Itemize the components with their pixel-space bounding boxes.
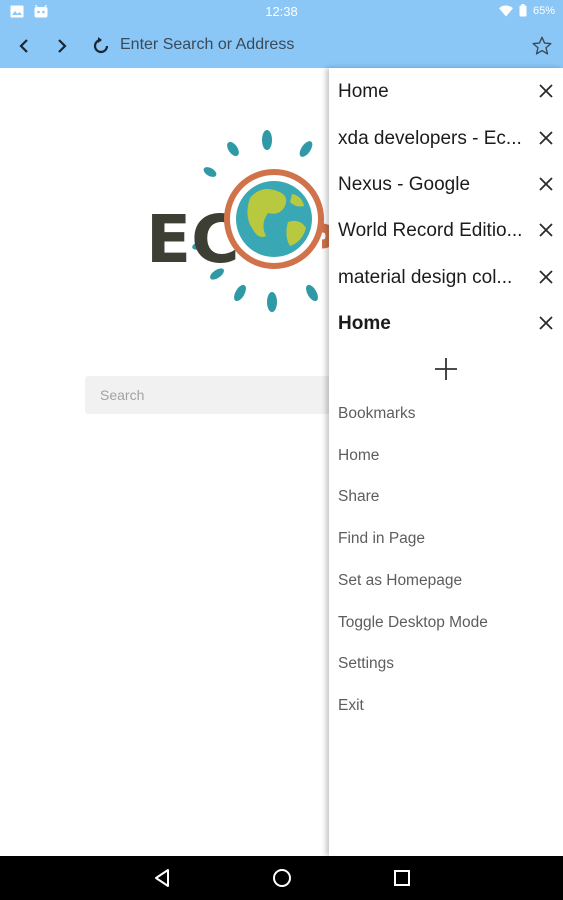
tab-drawer: Home xda developers - Ec... Nexus - Goog…	[329, 68, 563, 856]
tab-title: World Record Editio...	[338, 220, 523, 241]
search-placeholder: Search	[100, 387, 145, 403]
menu-item-share[interactable]: Share	[338, 488, 379, 506]
menu-item-exit[interactable]: Exit	[338, 697, 364, 715]
tab-title: Home	[338, 81, 389, 102]
plus-icon	[435, 358, 457, 380]
tab-item[interactable]: xda developers - Ec...	[329, 116, 563, 162]
tab-title: Home	[338, 313, 391, 334]
status-right-icons: 65%	[498, 4, 555, 17]
recents-square-icon[interactable]	[390, 866, 414, 890]
browser-toolbar: Enter Search or Address	[0, 24, 563, 68]
new-tab-button[interactable]	[432, 355, 460, 383]
page-search-box[interactable]: Search	[85, 376, 330, 414]
close-icon[interactable]	[537, 82, 555, 100]
close-icon[interactable]	[537, 268, 555, 286]
system-nav-bar	[0, 856, 563, 900]
status-bar: 12:38 65%	[0, 0, 563, 24]
forward-button[interactable]	[48, 32, 76, 60]
close-icon[interactable]	[537, 221, 555, 239]
menu-item-toggle-desktop-mode[interactable]: Toggle Desktop Mode	[338, 614, 488, 632]
menu-item-home[interactable]: Home	[338, 447, 379, 465]
browser-screen: 12:38 65% Enter Search or Address ECO Se…	[0, 0, 563, 900]
tab-title: Nexus - Google	[338, 174, 471, 195]
back-button[interactable]	[10, 32, 38, 60]
close-icon[interactable]	[537, 175, 555, 193]
chevron-right-icon	[58, 39, 67, 53]
tab-item[interactable]: Nexus - Google	[329, 162, 563, 208]
menu-item-bookmarks[interactable]: Bookmarks	[338, 405, 416, 423]
tab-title: material design col...	[338, 267, 513, 288]
home-circle-icon[interactable]	[270, 866, 294, 890]
refresh-icon	[93, 37, 109, 54]
menu-item-settings[interactable]: Settings	[338, 655, 394, 673]
tab-item[interactable]: material design col...	[329, 255, 563, 301]
eco-logo: ECO	[146, 130, 330, 312]
tab-item[interactable]: World Record Editio...	[329, 208, 563, 254]
address-bar[interactable]: Enter Search or Address	[120, 36, 294, 54]
page-content: ECO Search	[0, 68, 330, 856]
close-icon[interactable]	[537, 314, 555, 332]
bookmark-button[interactable]	[528, 32, 556, 60]
tab-item[interactable]: Home	[329, 69, 563, 115]
back-triangle-icon[interactable]	[150, 866, 174, 890]
close-icon[interactable]	[537, 129, 555, 147]
refresh-button[interactable]	[87, 32, 115, 60]
tab-item-active[interactable]: Home	[329, 301, 563, 347]
tab-title: xda developers - Ec...	[338, 128, 522, 149]
battery-icon	[519, 4, 527, 17]
status-time: 12:38	[265, 4, 298, 19]
wifi-icon	[498, 5, 513, 16]
menu-item-set-as-homepage[interactable]: Set as Homepage	[338, 572, 462, 590]
star-outline-icon	[532, 36, 552, 55]
menu-item-find-in-page[interactable]: Find in Page	[338, 530, 425, 548]
battery-percent: 65%	[532, 4, 555, 17]
chevron-left-icon	[19, 39, 28, 53]
